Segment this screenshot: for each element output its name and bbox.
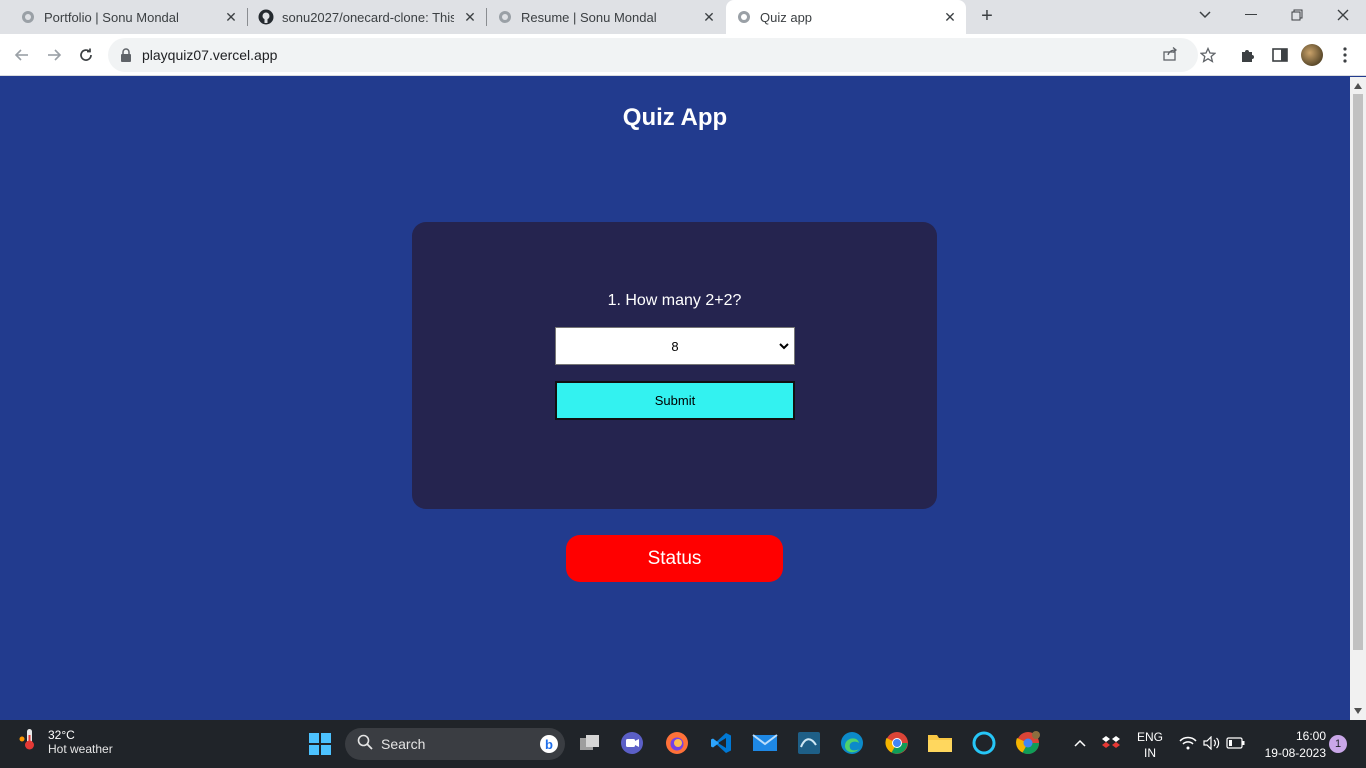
close-icon[interactable]: ✕ [223, 9, 239, 25]
vscode-icon[interactable] [708, 730, 734, 756]
quiz-page: Quiz App 1. How many 2+2? 8 Submit Statu… [0, 77, 1350, 720]
tab-title: Quiz app [760, 9, 813, 25]
clock[interactable]: 16:00 19-08-2023 [1256, 729, 1326, 760]
github-icon [258, 9, 274, 25]
svg-text:b: b [545, 737, 553, 752]
region-code: IN [1144, 746, 1156, 760]
tab-github[interactable]: sonu2027/onecard-clone: This w ✕ [248, 0, 486, 34]
minimize-button[interactable] [1228, 0, 1274, 30]
scroll-up-arrow-icon[interactable] [1354, 82, 1362, 90]
browser-toolbar: playquiz07.vercel.app [0, 34, 1366, 76]
weather-temp: 32°C [48, 727, 75, 742]
volume-icon[interactable] [1199, 730, 1225, 756]
close-icon[interactable]: ✕ [942, 9, 958, 25]
windows-taskbar: 32°C Hot weather Search b ENG IN 16:00 1… [0, 720, 1366, 768]
more-menu-icon[interactable] [1334, 44, 1356, 66]
globe-icon [20, 9, 36, 25]
address-bar[interactable]: playquiz07.vercel.app [108, 38, 1198, 72]
chevron-up-icon[interactable] [1067, 730, 1093, 756]
close-icon[interactable]: ✕ [462, 9, 478, 25]
task-view-icon[interactable] [577, 730, 603, 756]
wifi-icon[interactable] [1175, 730, 1201, 756]
tab-resume[interactable]: Resume | Sonu Mondal ✕ [487, 0, 725, 34]
close-window-button[interactable] [1320, 0, 1366, 30]
language-code: ENG [1136, 730, 1163, 744]
edge-icon[interactable] [839, 730, 865, 756]
globe-icon [497, 9, 513, 25]
tab-strip: Portfolio | Sonu Mondal ✕ sonu2027/oneca… [0, 0, 1366, 34]
battery-icon[interactable] [1223, 730, 1249, 756]
thermometer-icon [18, 727, 40, 756]
start-button[interactable] [309, 733, 331, 755]
reload-button[interactable] [73, 42, 99, 68]
chrome-profile-icon[interactable] [1015, 730, 1041, 756]
chevron-down-icon [778, 339, 790, 353]
extensions-puzzle-icon[interactable] [1237, 44, 1259, 66]
restore-button[interactable] [1274, 0, 1320, 30]
weather-desc: Hot weather [48, 741, 113, 756]
globe-icon [736, 9, 752, 25]
chrome-icon[interactable] [884, 730, 910, 756]
lock-icon[interactable] [120, 48, 132, 67]
new-tab-button[interactable]: + [976, 5, 998, 27]
answer-select[interactable]: 8 [555, 327, 795, 365]
scroll-down-arrow-icon[interactable] [1354, 707, 1362, 715]
notification-badge[interactable]: 1 [1329, 735, 1347, 753]
weather-widget[interactable]: 32°C Hot weather [18, 727, 113, 756]
clock-time: 16:00 [1295, 729, 1326, 743]
status-button[interactable]: Status [566, 535, 783, 582]
share-icon[interactable] [1162, 46, 1178, 67]
tab-search-chevron-icon[interactable] [1182, 0, 1228, 30]
page-scrollbar[interactable] [1350, 77, 1366, 720]
firefox-icon[interactable] [664, 730, 690, 756]
side-panel-icon[interactable] [1269, 44, 1291, 66]
mysql-workbench-icon[interactable] [796, 730, 822, 756]
taskbar-search[interactable]: Search b [345, 728, 565, 760]
submit-button[interactable]: Submit [555, 381, 795, 420]
tab-portfolio[interactable]: Portfolio | Sonu Mondal ✕ [0, 0, 247, 34]
dropbox-icon[interactable] [1098, 730, 1124, 756]
back-button[interactable] [9, 42, 35, 68]
teams-meet-icon[interactable] [619, 730, 645, 756]
tab-title: sonu2027/onecard-clone: This w [282, 9, 454, 25]
close-icon[interactable]: ✕ [701, 9, 717, 25]
language-indicator[interactable]: ENG IN [1135, 730, 1165, 760]
file-explorer-icon[interactable] [927, 730, 953, 756]
profile-avatar[interactable] [1301, 44, 1323, 66]
tab-quiz-app[interactable]: Quiz app ✕ [726, 0, 966, 34]
alexa-icon[interactable] [971, 730, 997, 756]
search-icon [357, 734, 373, 755]
question-card: 1. How many 2+2? 8 Submit [412, 222, 937, 509]
tab-title: Portfolio | Sonu Mondal [44, 9, 179, 25]
question-text: 1. How many 2+2? [607, 292, 742, 309]
forward-button[interactable] [41, 42, 67, 68]
mail-icon[interactable] [752, 730, 778, 756]
clock-date: 19-08-2023 [1264, 746, 1326, 760]
tab-title: Resume | Sonu Mondal [521, 9, 657, 25]
scroll-thumb[interactable] [1353, 94, 1363, 650]
bing-icon[interactable]: b [539, 734, 559, 759]
page-title: Quiz App [622, 104, 728, 131]
search-label: Search [381, 736, 426, 752]
url-text: playquiz07.vercel.app [142, 47, 278, 63]
selected-answer: 8 [671, 339, 679, 354]
bookmark-star-icon[interactable] [1197, 44, 1219, 66]
